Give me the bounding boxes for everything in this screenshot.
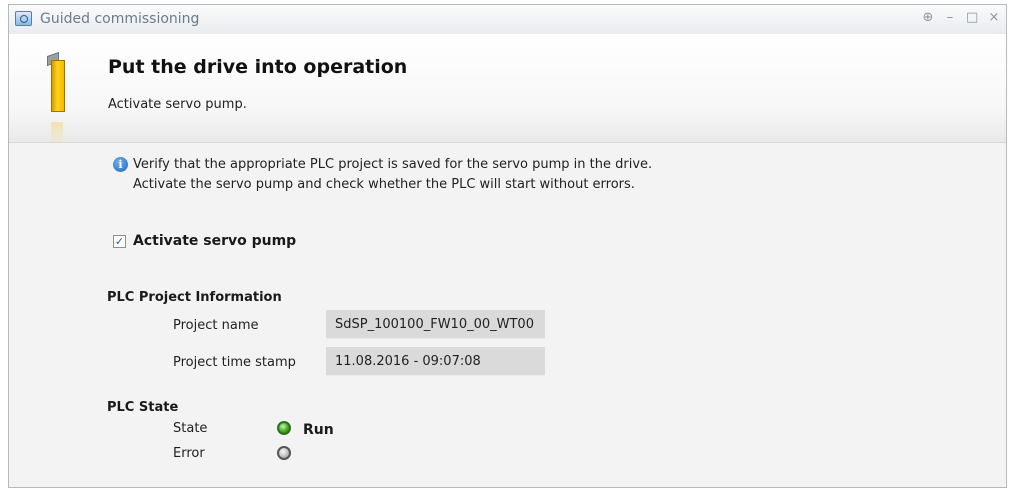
info-line-2: Activate the servo pump and check whethe… (133, 177, 635, 192)
info-line-1: Verify that the appropriate PLC project … (133, 157, 653, 172)
activate-servo-pump-option[interactable]: ✓ Activate servo pump (113, 231, 296, 251)
project-name-field: SdSP_100100_FW10_00_WT00 (326, 310, 545, 339)
plc-state-heading: PLC State (107, 400, 179, 415)
error-led-icon (277, 446, 291, 460)
info-icon: i (113, 157, 128, 172)
drive-icon-body (51, 60, 65, 112)
window-controls: ⊕ – □ × (922, 10, 1000, 25)
state-value: Run (303, 422, 334, 438)
maximize-icon[interactable]: □ (966, 10, 978, 25)
pin-icon[interactable]: ⊕ (922, 10, 934, 25)
drive-icon-reflection (51, 122, 63, 146)
minimize-icon[interactable]: – (944, 10, 956, 25)
error-label: Error (173, 446, 205, 461)
step-subtitle: Activate servo pump. (108, 97, 247, 112)
info-message: i Verify that the appropriate PLC projec… (113, 155, 963, 195)
guided-commissioning-window: Guided commissioning ⊕ – □ × Put the dri… (8, 4, 1007, 488)
drive-icon (47, 51, 67, 112)
project-timestamp-field: 11.08.2016 - 09:07:08 (326, 347, 545, 376)
title-bar: Guided commissioning ⊕ – □ × (9, 5, 1006, 35)
window-app-icon (15, 11, 32, 26)
close-icon[interactable]: × (988, 10, 1000, 25)
state-label: State (173, 421, 208, 436)
step-header: Put the drive into operation Activate se… (9, 34, 1006, 146)
activate-servo-pump-label[interactable]: Activate servo pump (133, 233, 296, 249)
project-timestamp-label: Project time stamp (173, 355, 296, 370)
step-title: Put the drive into operation (108, 56, 408, 78)
plc-project-heading: PLC Project Information (107, 290, 282, 305)
project-name-label: Project name (173, 318, 259, 333)
state-run-led-icon (277, 421, 291, 435)
activate-servo-pump-checkbox[interactable]: ✓ (113, 234, 126, 248)
window-title: Guided commissioning (40, 11, 200, 27)
